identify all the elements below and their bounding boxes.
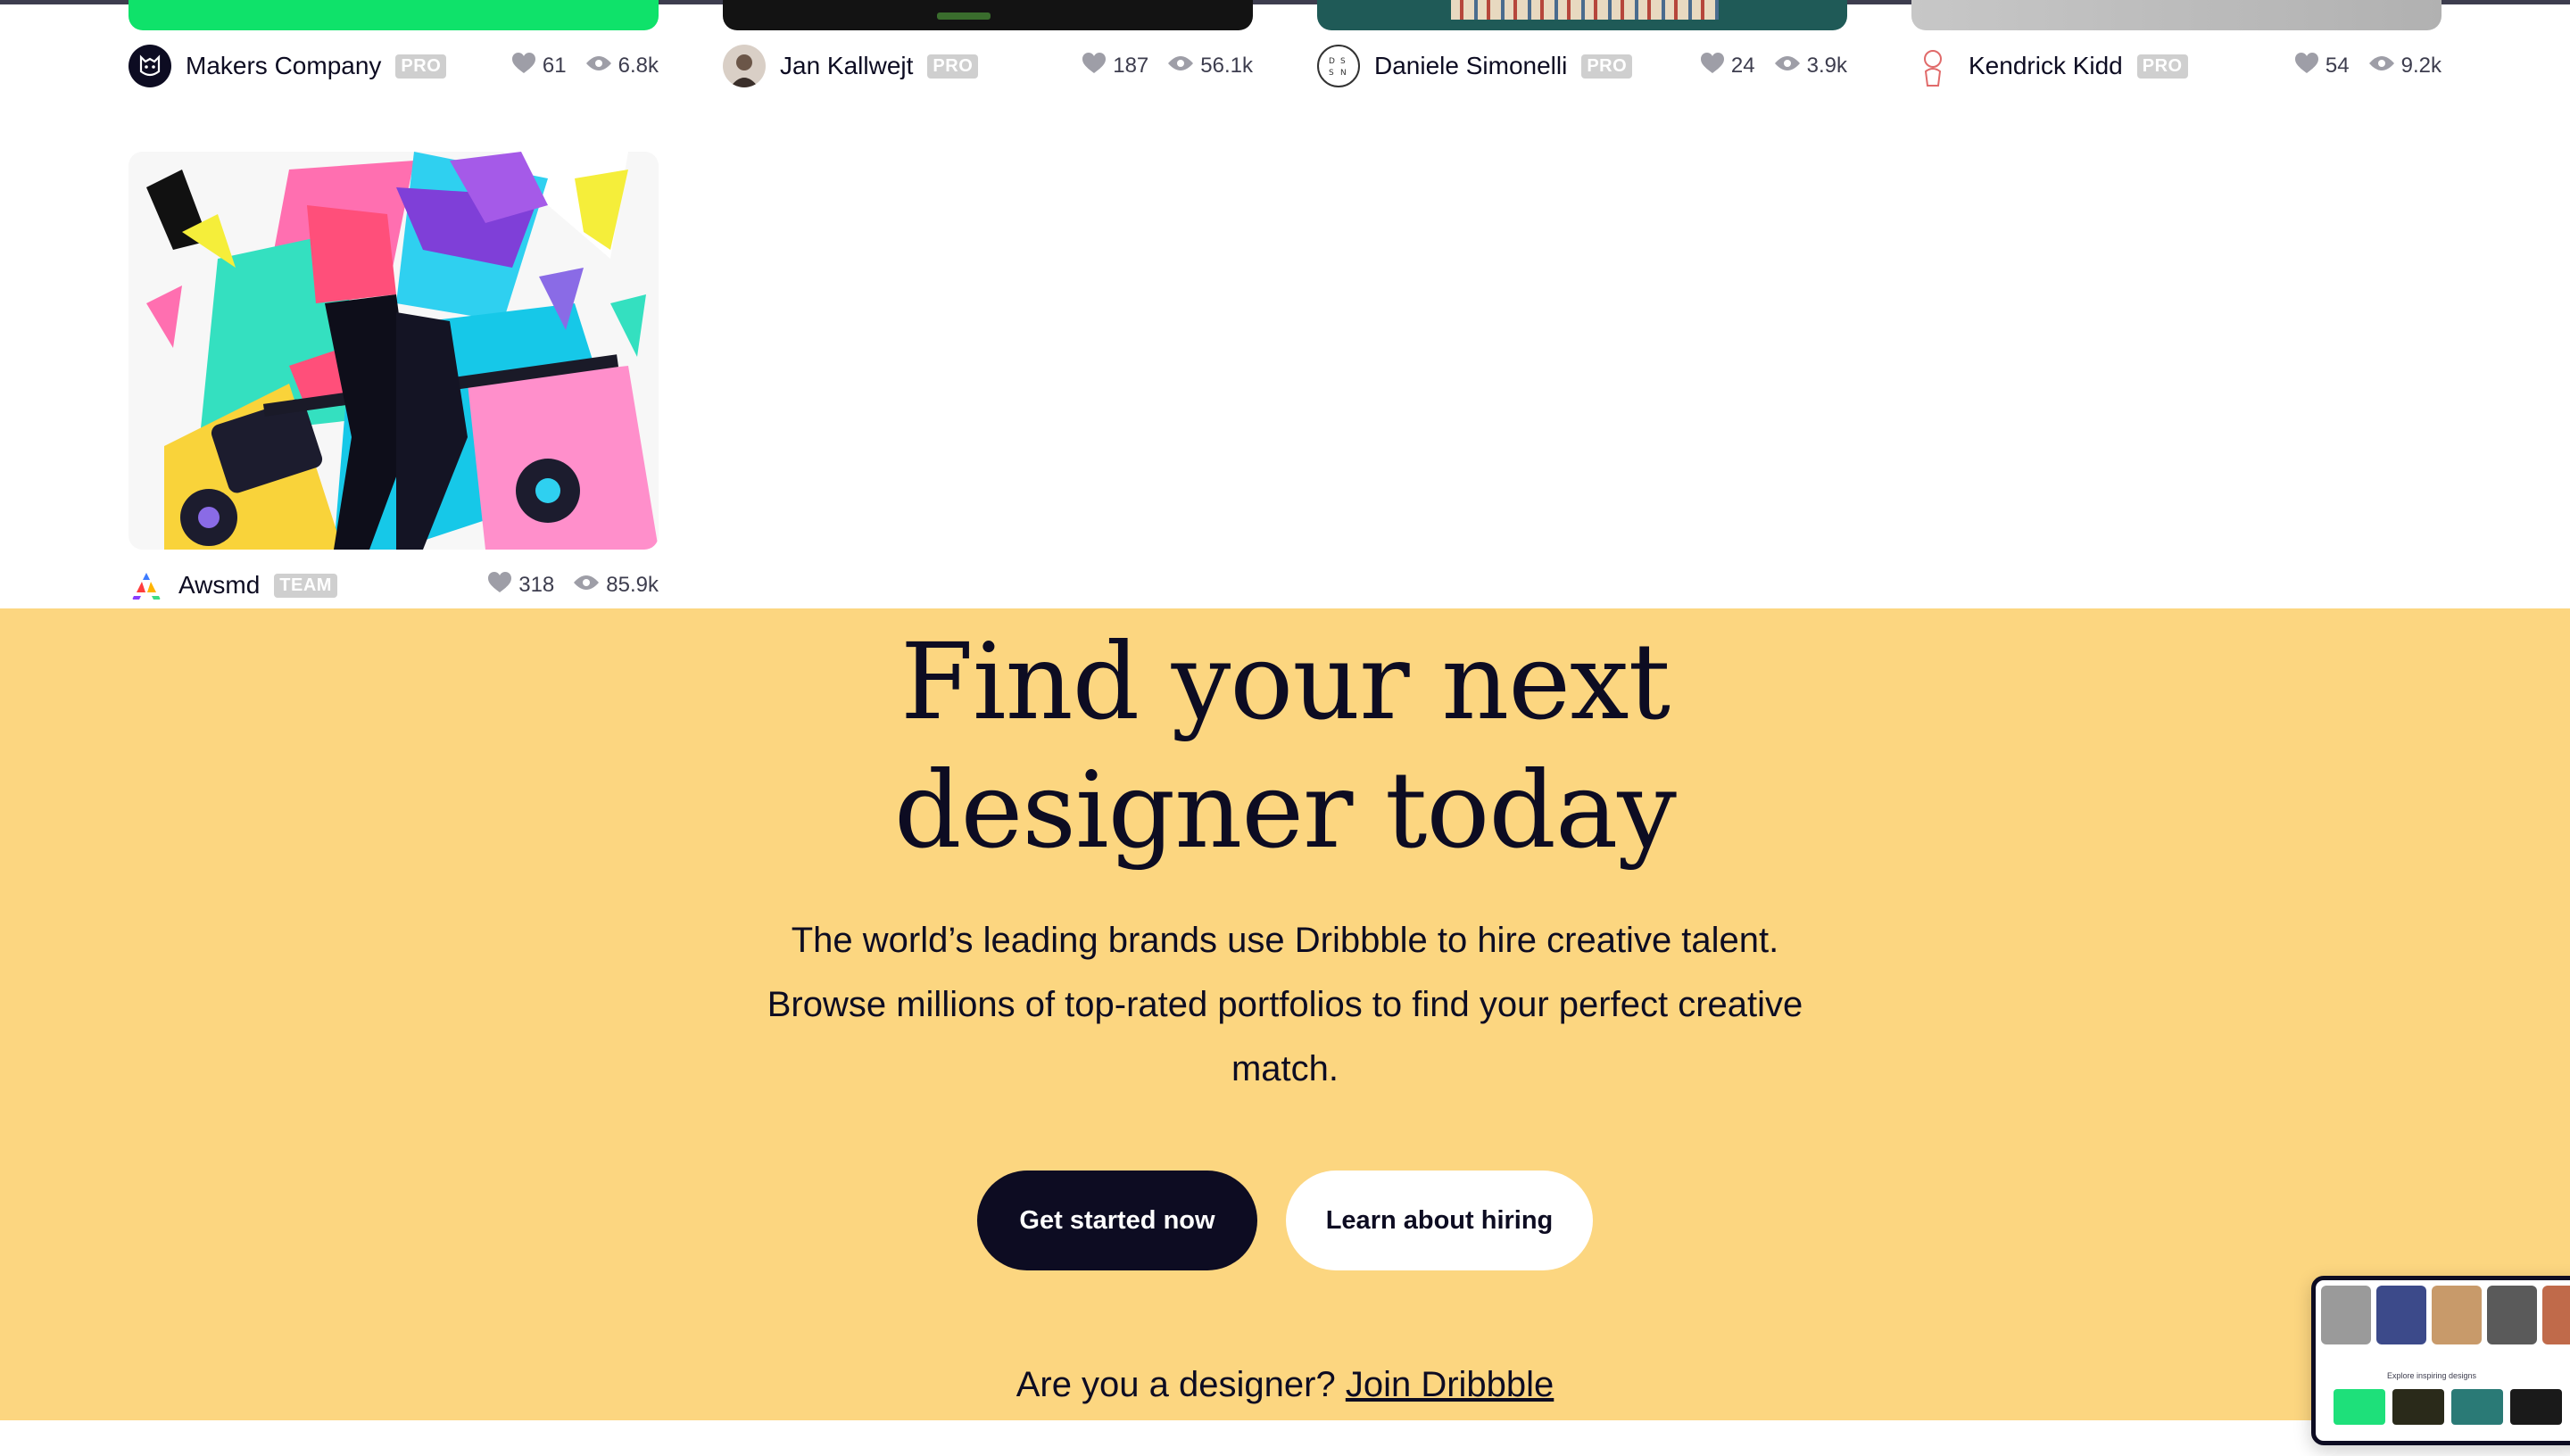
- get-started-button[interactable]: Get started now: [977, 1171, 1257, 1270]
- makers-logo-icon: [139, 54, 161, 77]
- shot-meta: Makers Company PRO 61 6.8k: [128, 45, 659, 87]
- designer-photo: [2542, 1286, 2570, 1344]
- author-name[interactable]: Awsmd: [178, 571, 260, 600]
- person-avatar-icon: [730, 54, 759, 87]
- heart-icon[interactable]: [1082, 52, 1107, 80]
- shot-thumbnail-jan-kallwejt[interactable]: [723, 0, 1253, 30]
- view-count: 6.8k: [618, 54, 659, 78]
- hire-heading-line-1: Find your next: [900, 620, 1670, 743]
- eye-icon: [1774, 54, 1800, 79]
- author-name[interactable]: Kendrick Kidd: [1969, 52, 2123, 80]
- shot-stats: 187 56.1k: [1082, 45, 1253, 87]
- like-count: 61: [542, 54, 567, 78]
- like-count: 54: [2325, 54, 2350, 78]
- shot-thumbnail-kendrick-kidd[interactable]: [1911, 0, 2442, 30]
- shot-meta: Awsmd TEAM 318 85.9k: [128, 564, 659, 607]
- heart-icon[interactable]: [2294, 52, 2318, 80]
- thumbnail-detail: [1451, 0, 1719, 20]
- hire-heading-line-2: designer today: [894, 749, 1677, 872]
- pro-badge: PRO: [395, 54, 447, 79]
- like-count: 187: [1113, 54, 1149, 78]
- preview-card[interactable]: Explore inspiring designs: [2311, 1276, 2570, 1445]
- hire-heading: Find your next designer today: [0, 617, 2570, 874]
- preview-shot: [2392, 1389, 2444, 1425]
- eye-icon: [1168, 54, 1194, 79]
- designer-photo: [2321, 1286, 2371, 1344]
- eye-icon: [2368, 54, 2394, 79]
- shot-thumbnail-makers-company[interactable]: [128, 0, 659, 30]
- preview-shot: [2334, 1389, 2385, 1425]
- heart-icon[interactable]: [488, 571, 512, 600]
- pro-badge: PRO: [1581, 54, 1633, 79]
- thumbnail-detail: [937, 12, 991, 20]
- designer-photo: [2487, 1286, 2537, 1344]
- team-badge: TEAM: [274, 573, 337, 598]
- shot-stats: 61 6.8k: [511, 45, 659, 87]
- shot-thumbnail-awsmd[interactable]: [128, 152, 659, 550]
- hire-subtitle: The world’s leading brands use Dribbble …: [767, 921, 1803, 1088]
- hire-section: Find your next designer today The world’…: [0, 608, 2570, 1420]
- awsmd-logo-icon: [132, 573, 161, 600]
- designer-prompt: Are you a designer? Join Dribbble: [0, 1365, 2570, 1405]
- designer-photo: [2432, 1286, 2482, 1344]
- view-count: 9.2k: [2400, 54, 2442, 78]
- designer-photo: [2376, 1286, 2426, 1344]
- shot-stats: 24 3.9k: [1700, 45, 1847, 87]
- author-name[interactable]: Daniele Simonelli: [1374, 52, 1567, 80]
- heart-icon[interactable]: [511, 52, 535, 80]
- preview-caption: Explore inspiring designs: [2386, 1371, 2477, 1380]
- avatar[interactable]: [1911, 45, 1954, 87]
- view-count: 85.9k: [606, 573, 659, 597]
- heart-icon[interactable]: [1700, 52, 1724, 80]
- monogram-logo-icon: D S S N: [1329, 57, 1347, 78]
- svg-text:N: N: [1340, 69, 1347, 78]
- shot-stats: 54 9.2k: [2294, 45, 2442, 87]
- shot-stats: 318 85.9k: [488, 564, 659, 607]
- learn-about-hiring-button[interactable]: Learn about hiring: [1286, 1171, 1593, 1270]
- svg-text:S: S: [1340, 57, 1346, 66]
- author-name[interactable]: Makers Company: [186, 52, 381, 80]
- preview-shots: [2334, 1389, 2562, 1425]
- preview-shot: [2510, 1389, 2562, 1425]
- like-count: 24: [1730, 54, 1755, 78]
- view-count: 56.1k: [1200, 54, 1253, 78]
- shot-thumbnail-daniele-simonelli[interactable]: [1317, 0, 1847, 30]
- join-dribbble-link[interactable]: Join Dribbble: [1346, 1365, 1554, 1404]
- shot-meta: Kendrick Kidd PRO 54 9.2k: [1911, 45, 2442, 87]
- preview-shot: [2451, 1389, 2503, 1425]
- pro-badge: PRO: [2136, 54, 2188, 79]
- eye-icon: [585, 54, 611, 79]
- designer-question: Are you a designer?: [1016, 1365, 1336, 1404]
- designer-faces: [2321, 1286, 2570, 1344]
- shot-meta: D S S N Daniele Simonelli PRO 24 3.9k: [1317, 45, 1847, 87]
- svg-text:D: D: [1329, 57, 1335, 66]
- avatar[interactable]: [128, 564, 164, 607]
- illustrated-face-icon: [1924, 50, 1942, 87]
- pro-badge: PRO: [927, 54, 979, 79]
- avatar[interactable]: D S S N: [1317, 45, 1360, 87]
- shot-meta: Jan Kallwejt PRO 187 56.1k: [723, 45, 1253, 87]
- page-footer-strip: [0, 1420, 2570, 1456]
- guitarist-illustration: [128, 152, 659, 550]
- avatar[interactable]: [723, 45, 766, 87]
- like-count: 318: [518, 573, 555, 597]
- author-name[interactable]: Jan Kallwejt: [780, 52, 913, 80]
- avatar[interactable]: [128, 45, 171, 87]
- view-count: 3.9k: [1806, 54, 1847, 78]
- eye-icon: [574, 573, 600, 598]
- svg-text:S: S: [1329, 69, 1334, 78]
